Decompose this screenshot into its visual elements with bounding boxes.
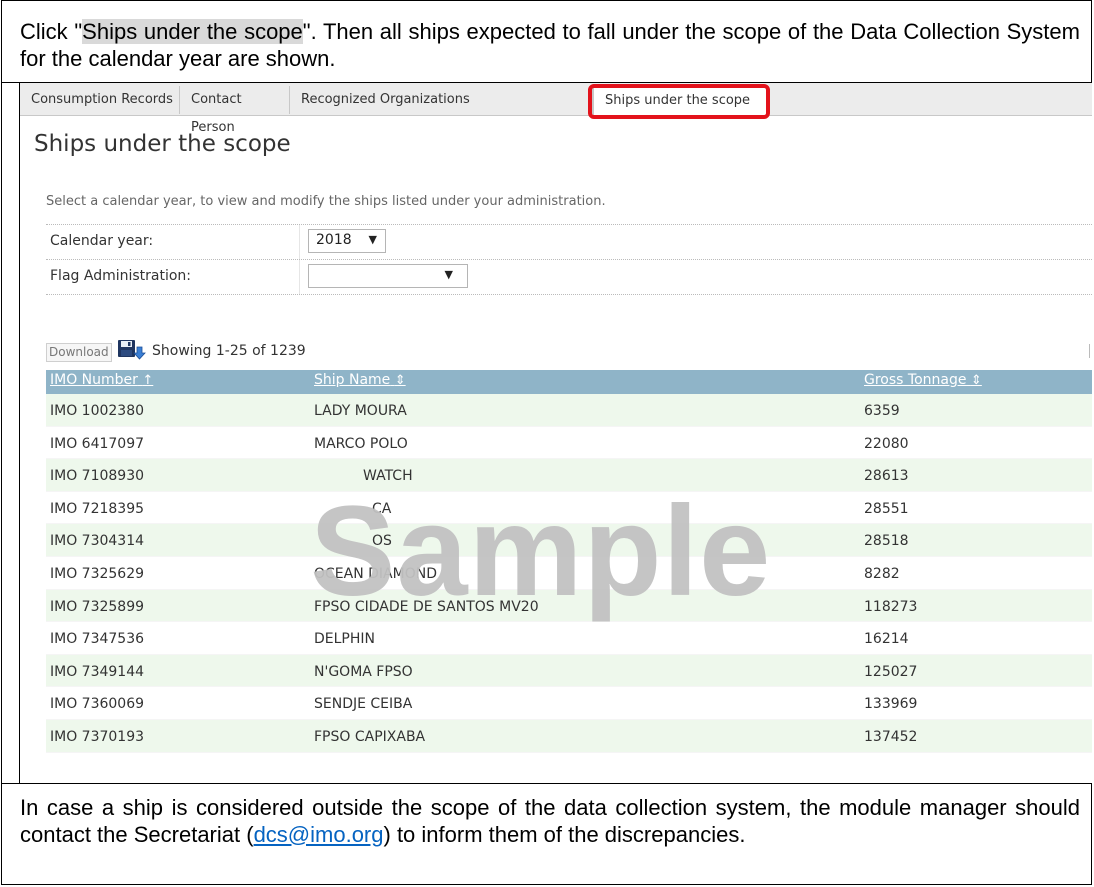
- gross-tonnage-cell: 137452: [864, 728, 918, 745]
- table-toolbar: Download Showing 1-25 of 1239: [46, 339, 846, 363]
- tab-contact-person[interactable]: Contact Person: [180, 86, 290, 135]
- calendar-year-select[interactable]: 2018 ▼: [308, 229, 386, 253]
- imo-number-cell: IMO 7349144: [50, 663, 145, 680]
- imo-number-cell: IMO 7325899: [50, 598, 145, 615]
- gross-tonnage-cell: 28613: [864, 468, 909, 485]
- tab-consumption-records[interactable]: Consumption Records: [20, 86, 180, 114]
- intro-prefix: Click ": [20, 19, 83, 44]
- download-button[interactable]: Download: [46, 343, 112, 362]
- gross-tonnage-cell: 118273: [864, 598, 918, 615]
- table-row[interactable]: IMO 6417097 MARCO POLO 22080: [46, 426, 1092, 460]
- imo-number-cell: IMO 7108930: [50, 468, 145, 485]
- column-header-imo[interactable]: IMO Number ↑: [50, 372, 153, 388]
- column-header-ship-name[interactable]: Ship Name ⇕: [314, 372, 406, 388]
- sort-icon: ⇕: [970, 373, 982, 388]
- imo-number-cell: IMO 7347536: [50, 631, 145, 648]
- ship-name-cell: N'GOMA FPSO: [314, 663, 413, 680]
- calendar-year-label: Calendar year:: [50, 233, 154, 249]
- field-separator: [299, 260, 300, 294]
- intro-paragraph: Click "Ships under the scope". Then all …: [20, 18, 1080, 72]
- column-label: IMO Number: [50, 372, 138, 388]
- tab-recognized-organizations[interactable]: Recognized Organizations: [290, 86, 593, 114]
- gross-tonnage-cell: 6359: [864, 403, 900, 419]
- table-row[interactable]: IMO 7347536 DELPHIN 16214: [46, 622, 1092, 655]
- table-row[interactable]: IMO 7349144 N'GOMA FPSO 125027: [46, 654, 1092, 688]
- imo-number-cell: IMO 7325629: [50, 565, 145, 582]
- ship-name-cell: FPSO CAPIXABA: [314, 728, 426, 745]
- imo-number-cell: IMO 1002380: [50, 403, 145, 419]
- ship-name-cell: DELPHIN: [314, 631, 375, 648]
- page-subtitle: Select a calendar year, to view and modi…: [46, 194, 606, 209]
- flag-administration-select[interactable]: ▼: [308, 264, 468, 288]
- gross-tonnage-cell: 133969: [864, 696, 918, 713]
- page-title: Ships under the scope: [34, 131, 291, 157]
- imo-number-cell: IMO 7360069: [50, 696, 145, 713]
- screenshot-panel: Consumption Records Contact Person Recog…: [20, 83, 1092, 783]
- gross-tonnage-cell: 28551: [864, 500, 909, 517]
- tab-label: Recognized Organizations: [301, 92, 470, 107]
- calendar-year-value: 2018: [316, 232, 352, 248]
- outro-after: ) to inform them of the discrepancies.: [383, 821, 746, 847]
- gross-tonnage-cell: 28518: [864, 533, 909, 550]
- save-download-icon[interactable]: [117, 339, 146, 361]
- gross-tonnage-cell: 125027: [864, 663, 918, 680]
- tab-label: Consumption Records: [31, 92, 173, 107]
- column-label: Ship Name: [314, 372, 391, 388]
- filter-form: Calendar year: 2018 ▼ Flag Administratio…: [46, 224, 1092, 295]
- field-separator: [299, 225, 300, 259]
- table-row[interactable]: IMO 7360069 SENDJE CEIBA 133969: [46, 687, 1092, 720]
- tab-label: Contact Person: [191, 92, 242, 135]
- flag-administration-row: Flag Administration: ▼: [46, 259, 1092, 295]
- chevron-down-icon: ▼: [368, 233, 377, 246]
- imo-number-cell: IMO 7304314: [50, 533, 145, 550]
- column-header-gross-tonnage[interactable]: Gross Tonnage ⇕: [864, 372, 982, 388]
- result-count: Showing 1-25 of 1239: [152, 343, 306, 359]
- imo-number-cell: IMO 7218395: [50, 500, 145, 517]
- sort-icon: ⇕: [394, 373, 406, 388]
- table-row[interactable]: IMO 7370193 FPSO CAPIXABA 137452: [46, 719, 1092, 753]
- gross-tonnage-cell: 16214: [864, 631, 909, 648]
- highlight-box: [588, 84, 770, 119]
- sort-asc-icon: ↑: [142, 373, 154, 388]
- gross-tonnage-cell: 8282: [864, 565, 900, 582]
- chevron-down-icon: ▼: [444, 268, 453, 281]
- sample-watermark: Sample: [310, 480, 772, 623]
- divider-bottom: [1, 783, 1092, 784]
- column-label: Gross Tonnage: [864, 372, 967, 388]
- outro-paragraph: In case a ship is considered outside the…: [20, 795, 1080, 848]
- calendar-year-row: Calendar year: 2018 ▼: [46, 224, 1092, 259]
- imo-number-cell: IMO 6417097: [50, 435, 145, 452]
- flag-administration-label: Flag Administration:: [50, 268, 192, 284]
- ship-name-cell: LADY MOURA: [314, 403, 407, 419]
- table-row[interactable]: IMO 1002380 LADY MOURA 6359: [46, 394, 1092, 427]
- imo-number-cell: IMO 7370193: [50, 728, 145, 745]
- intro-highlight: Ships under the scope: [82, 19, 303, 44]
- ship-name-cell: SENDJE CEIBA: [314, 696, 413, 713]
- ship-name-cell: MARCO POLO: [314, 435, 408, 452]
- gross-tonnage-cell: 22080: [864, 435, 909, 452]
- table-header: IMO Number ↑ Ship Name ⇕ Gross Tonnage ⇕: [46, 370, 1092, 394]
- secretariat-email-link[interactable]: dcs@imo.org: [254, 822, 384, 847]
- pager-divider: [1089, 344, 1090, 358]
- tab-bar: Consumption Records Contact Person Recog…: [20, 83, 1092, 135]
